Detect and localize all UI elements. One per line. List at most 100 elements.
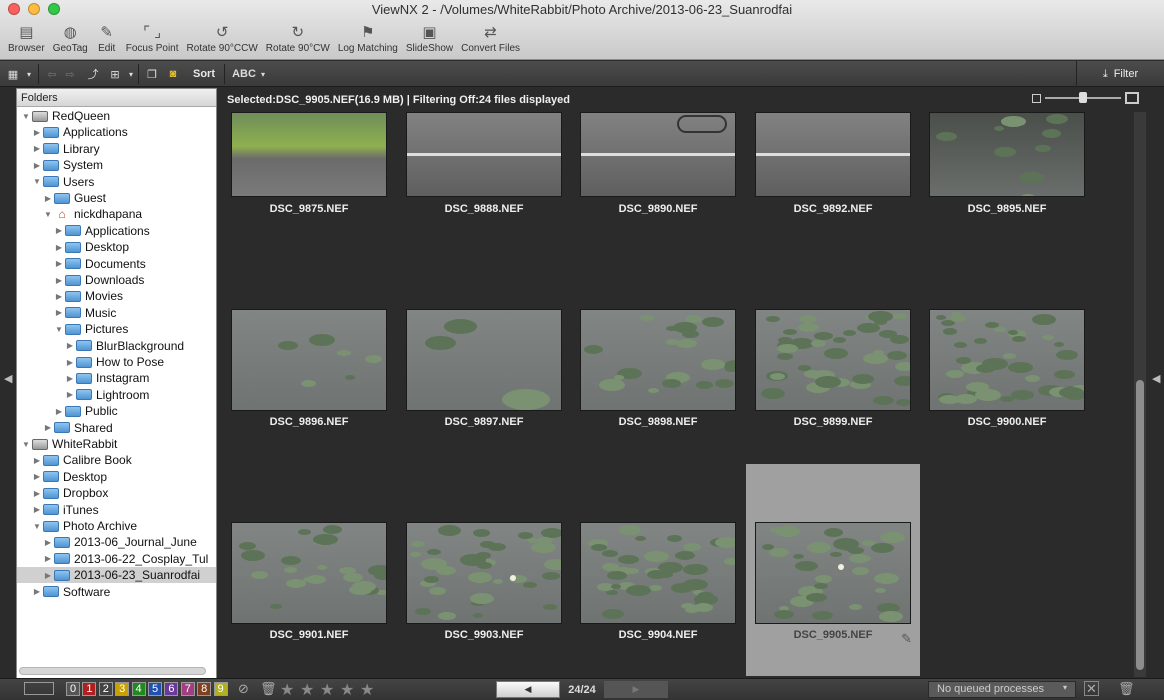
clear-rating-icon[interactable]: ⊘: [238, 681, 249, 697]
disclosure-collapsed-icon[interactable]: ▶: [32, 472, 42, 481]
disclosure-expanded-icon[interactable]: ▼: [54, 325, 64, 334]
thumbnail-item[interactable]: DSC_9905.NEF ✎: [746, 464, 920, 676]
star-5-icon[interactable]: ★: [360, 680, 374, 700]
thumbnail-item[interactable]: DSC_9904.NEF: [571, 464, 745, 676]
disclosure-collapsed-icon[interactable]: ▶: [32, 144, 42, 153]
toolbar-rotate-ccw-button[interactable]: ↺ Rotate 90°CCW: [183, 22, 262, 54]
trash-icon[interactable]: 🗑: [1118, 681, 1135, 697]
disclosure-expanded-icon[interactable]: ▼: [32, 177, 42, 186]
compare-icon[interactable]: ❐: [144, 65, 160, 83]
folder-tree-item[interactable]: ▶ Music: [17, 305, 216, 321]
thumbnail-item[interactable]: DSC_9892.NEF: [746, 112, 920, 264]
view-mode-dropdown-icon[interactable]: ▾: [24, 65, 34, 83]
star-2-icon[interactable]: ★: [300, 680, 314, 700]
disclosure-collapsed-icon[interactable]: ▶: [54, 276, 64, 285]
photo-thumbnail-image[interactable]: [755, 309, 911, 411]
star-1-icon[interactable]: ★: [280, 680, 294, 700]
camera-transfer-icon[interactable]: ◙: [164, 65, 182, 83]
disclosure-expanded-icon[interactable]: ▼: [32, 522, 42, 531]
photo-thumbnail-image[interactable]: [231, 112, 387, 197]
photo-thumbnail-image[interactable]: [929, 112, 1085, 197]
toolbar-edit-button[interactable]: ✎ Edit: [92, 22, 122, 54]
color-label-5-button[interactable]: 5: [148, 682, 162, 696]
disclosure-collapsed-icon[interactable]: ▶: [54, 226, 64, 235]
folder-tree-item[interactable]: ▶ Applications: [17, 124, 216, 140]
previous-page-button[interactable]: ◀: [496, 681, 560, 698]
disclosure-collapsed-icon[interactable]: ▶: [65, 390, 75, 399]
folder-tree-item[interactable]: ▶ 2013-06-22_Cosplay_Tul: [17, 551, 216, 567]
disclosure-collapsed-icon[interactable]: ▶: [32, 489, 42, 498]
slider-knob[interactable]: [1079, 92, 1087, 103]
disclosure-collapsed-icon[interactable]: ▶: [65, 374, 75, 383]
folder-tree-item[interactable]: ▶ 2013-06-23_Suanrodfai: [17, 567, 216, 584]
folder-tree-item[interactable]: ▶ Instagram: [17, 370, 216, 386]
vertical-scrollbar[interactable]: [1134, 112, 1146, 677]
folder-tree-item[interactable]: ▶ Desktop: [17, 239, 216, 255]
disclosure-collapsed-icon[interactable]: ▶: [43, 538, 53, 547]
thumbnail-item[interactable]: DSC_9900.NEF: [920, 302, 1094, 514]
toolbar-slideshow-button[interactable]: ▣ SlideShow: [402, 22, 457, 54]
color-label-3-button[interactable]: 3: [115, 682, 130, 696]
star-4-icon[interactable]: ★: [340, 680, 354, 700]
disclosure-collapsed-icon[interactable]: ▶: [54, 308, 64, 317]
folder-tree-item[interactable]: ▼ Photo Archive: [17, 518, 216, 534]
toolbar-log-matching-button[interactable]: ⚑ Log Matching: [334, 22, 402, 54]
photo-thumbnail-image[interactable]: [755, 112, 911, 197]
sort-order-button[interactable]: ABC: [230, 65, 258, 83]
favorites-dropdown-icon[interactable]: ▾: [126, 65, 136, 83]
disclosure-collapsed-icon[interactable]: ▶: [43, 194, 53, 203]
folder-tree-item[interactable]: ▶ Applications: [17, 223, 216, 239]
disclosure-collapsed-icon[interactable]: ▶: [54, 407, 64, 416]
thumbnail-item[interactable]: DSC_9875.NEF: [222, 112, 396, 264]
color-label-6-button[interactable]: 6: [164, 682, 179, 696]
folder-tree-item[interactable]: ▶ Software: [17, 584, 216, 600]
disclosure-expanded-icon[interactable]: ▼: [43, 210, 53, 219]
folder-tree-item[interactable]: ▶ iTunes: [17, 502, 216, 518]
cancel-process-icon[interactable]: ✕: [1084, 681, 1099, 696]
filmstrip-toggle-icon[interactable]: [24, 682, 54, 695]
horizontal-scrollbar[interactable]: [19, 667, 206, 675]
folder-tree-item[interactable]: ▼ Pictures: [17, 321, 216, 337]
disclosure-collapsed-icon[interactable]: ▶: [65, 358, 75, 367]
disclosure-collapsed-icon[interactable]: ▶: [54, 259, 64, 268]
photo-thumbnail-image[interactable]: [580, 309, 736, 411]
folder-tree-item[interactable]: ▶ How to Pose: [17, 354, 216, 370]
photo-thumbnail-image[interactable]: [406, 112, 562, 197]
color-label-8-button[interactable]: 8: [197, 682, 212, 696]
large-thumbnail-icon[interactable]: [1125, 92, 1139, 104]
folder-tree-item[interactable]: ▶ Dropbox: [17, 485, 216, 501]
folder-tree-item[interactable]: ▶ Downloads: [17, 272, 216, 288]
disclosure-collapsed-icon[interactable]: ▶: [54, 243, 64, 252]
color-label-9-button[interactable]: 9: [213, 682, 228, 696]
folder-tree-item[interactable]: ▶ Public: [17, 403, 216, 419]
folder-tree-item[interactable]: ▶ Desktop: [17, 469, 216, 485]
disclosure-collapsed-icon[interactable]: ▶: [43, 571, 53, 580]
scrollbar-thumb[interactable]: [1136, 380, 1144, 670]
toolbar-browser-button[interactable]: ▤ Browser: [4, 22, 49, 54]
folder-tree-item[interactable]: ▶ Library: [17, 141, 216, 157]
edit-pencil-icon[interactable]: ✎: [901, 631, 912, 647]
folder-tree-item[interactable]: ▶ 2013-06_Journal_June: [17, 534, 216, 550]
collapse-left-panel-icon[interactable]: ◀: [4, 372, 12, 385]
back-arrow-icon[interactable]: ⇦: [44, 65, 60, 83]
toolbar-rotate-cw-button[interactable]: ↻ Rotate 90°CW: [262, 22, 334, 54]
photo-thumbnail-image[interactable]: [231, 522, 387, 624]
toolbar-convert-files-button[interactable]: ⇄ Convert Files: [457, 22, 524, 54]
thumbnail-item[interactable]: DSC_9888.NEF: [397, 112, 571, 264]
folder-tree-item[interactable]: ▼ ⌂ nickdhapana: [17, 206, 216, 222]
thumbnail-item[interactable]: DSC_9895.NEF: [920, 112, 1094, 264]
thumbnail-item[interactable]: DSC_9903.NEF: [397, 464, 571, 676]
trash-rating-icon[interactable]: 🗑: [260, 681, 277, 697]
folder-tree-item[interactable]: ▼ Users: [17, 174, 216, 190]
thumbnail-item[interactable]: DSC_9901.NEF: [222, 464, 396, 676]
disclosure-collapsed-icon[interactable]: ▶: [32, 587, 42, 596]
folder-up-icon[interactable]: ⤴: [84, 65, 102, 83]
photo-thumbnail-image[interactable]: [929, 309, 1085, 411]
disclosure-collapsed-icon[interactable]: ▶: [32, 161, 42, 170]
color-label-0-button[interactable]: 0: [66, 682, 80, 696]
filter-button[interactable]: ⤓ Filter: [1076, 61, 1164, 87]
color-label-7-button[interactable]: 7: [180, 682, 195, 696]
forward-arrow-icon[interactable]: ⇨: [62, 65, 78, 83]
disclosure-collapsed-icon[interactable]: ▶: [32, 128, 42, 137]
folder-tree-item[interactable]: ▶ Guest: [17, 190, 216, 206]
